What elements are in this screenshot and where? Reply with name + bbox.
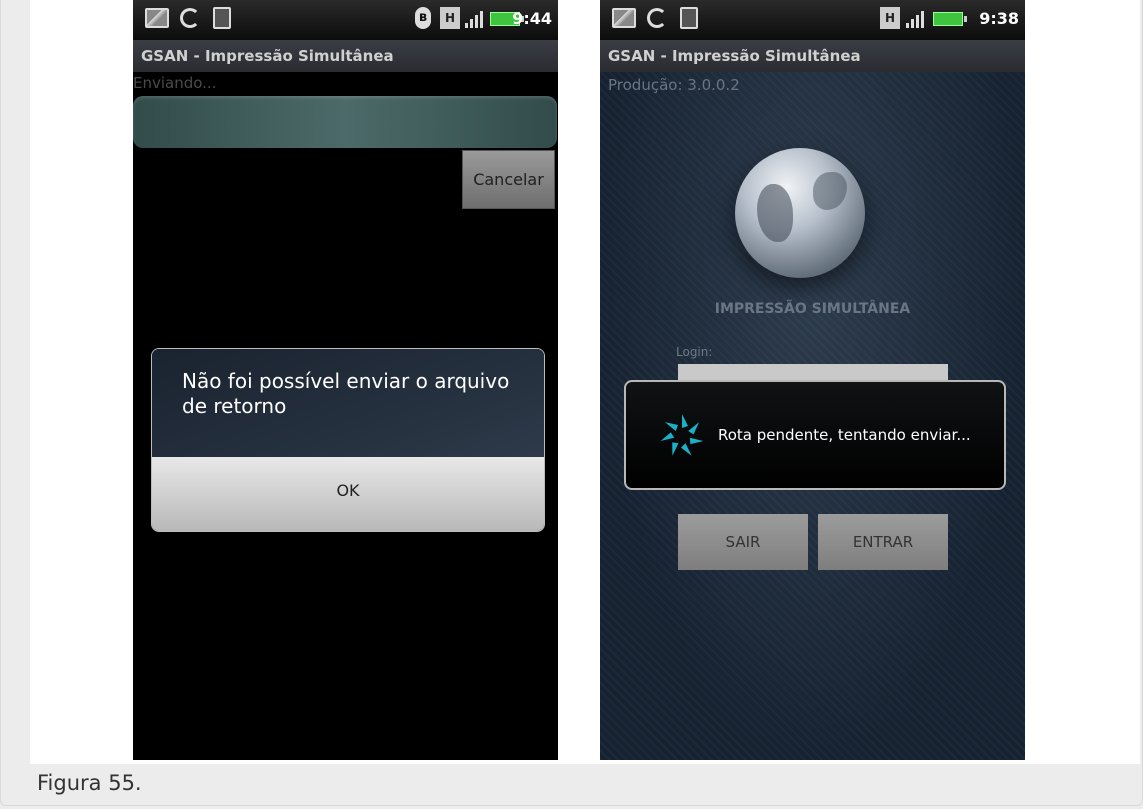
frame-border	[0, 0, 1143, 806]
figure-frame: ʙ H 9:44 GSAN - Impressão Simultânea Env…	[0, 0, 1143, 809]
